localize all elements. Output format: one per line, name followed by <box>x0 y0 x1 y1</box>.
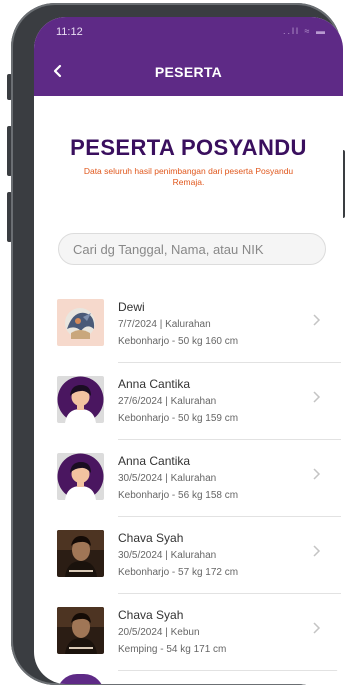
illustration-avatar <box>57 299 104 346</box>
chevron-right-icon <box>313 314 321 326</box>
next-list-item-avatar <box>57 674 104 684</box>
divider <box>118 670 341 671</box>
participant-name: Dewi <box>118 300 145 314</box>
participant-measurements: Kebonharjo - 56 kg 158 cm <box>118 490 239 501</box>
participant-name: Anna Cantika <box>118 377 191 391</box>
page-title: PESERTA POSYANDU <box>70 135 307 160</box>
list-item[interactable]: Anna Cantika 27/6/2024 | Kalurahan Kebon… <box>34 363 343 440</box>
participant-measurements: Kebonharjo - 50 kg 159 cm <box>118 413 239 424</box>
status-bar: 11:12 ..ll ≈ ▬ <box>34 17 343 47</box>
photo-avatar <box>57 607 104 654</box>
app-bar: PESERTA <box>34 47 343 96</box>
participant-measurements: Kebonharjo - 50 kg 160 cm <box>118 336 239 347</box>
photo-avatar <box>57 530 104 577</box>
participant-name: Chava Syah <box>118 531 184 545</box>
status-time: 11:12 <box>56 26 83 38</box>
participant-measurements: Kebonharjo - 57 kg 172 cm <box>118 567 239 578</box>
chevron-right-icon <box>313 545 321 557</box>
list-item[interactable]: Chava Syah 30/5/2024 | Kalurahan Kebonha… <box>34 517 343 594</box>
app-bar-title: PESERTA <box>154 64 223 80</box>
page-subtitle: Data seluruh hasil penimbangan dari pese… <box>83 166 294 187</box>
participant-list: Dewi 7/7/2024 | Kalurahan Kebonharjo - 5… <box>34 286 343 671</box>
person-avatar <box>57 453 104 500</box>
phone-screen: 11:12 ..ll ≈ ▬ PESERTA PESERTA POSYANDU … <box>34 17 343 684</box>
participant-date-location: 7/7/2024 | Kalurahan <box>118 319 211 330</box>
chevron-right-icon <box>313 468 321 480</box>
chevron-right-icon <box>313 391 321 403</box>
person-avatar <box>57 376 104 423</box>
status-icons: ..ll ≈ ▬ <box>283 26 327 36</box>
search-input[interactable] <box>59 234 325 264</box>
search-field[interactable] <box>58 233 326 265</box>
participant-measurements: Kemping - 54 kg 171 cm <box>118 644 227 655</box>
list-item[interactable]: Anna Cantika 30/5/2024 | Kalurahan Kebon… <box>34 440 343 517</box>
participant-date-location: 30/5/2024 | Kalurahan <box>118 550 217 561</box>
phone-frame: 11:12 ..ll ≈ ▬ PESERTA PESERTA POSYANDU … <box>11 3 343 685</box>
participant-date-location: 30/5/2024 | Kalurahan <box>118 473 217 484</box>
chevron-right-icon <box>313 622 321 634</box>
list-item[interactable]: Chava Syah 20/5/2024 | Kebun Kemping - 5… <box>34 594 343 671</box>
participant-date-location: 27/6/2024 | Kalurahan <box>118 396 217 407</box>
participant-date-location: 20/5/2024 | Kebun <box>118 627 200 638</box>
list-item[interactable]: Dewi 7/7/2024 | Kalurahan Kebonharjo - 5… <box>34 286 343 363</box>
participant-name: Anna Cantika <box>118 454 191 468</box>
participant-name: Chava Syah <box>118 608 184 622</box>
